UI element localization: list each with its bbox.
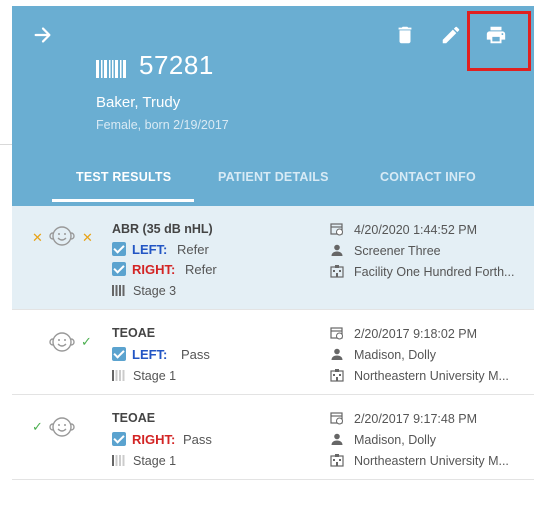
calendar-clock-icon	[330, 327, 343, 340]
test-name: TEOAE	[112, 326, 156, 340]
person-icon	[331, 433, 343, 445]
stage-bars-icon	[112, 370, 125, 381]
datetime-text: 2/20/2017 9:18:02 PM	[354, 327, 478, 341]
patient-header: 57281 Baker, Trudy Female, born 2/19/201…	[12, 6, 534, 206]
ears-face-icon	[49, 417, 75, 437]
patient-info: Female, born 2/19/2017	[96, 118, 229, 132]
refer-x-icon: ✕	[82, 230, 93, 245]
pass-check-icon: ✓	[81, 334, 92, 349]
ear-result-value: Pass	[182, 432, 212, 447]
ear-side-label: LEFT:	[132, 242, 168, 257]
building-icon	[330, 454, 344, 467]
ear-result-value: Refer	[177, 242, 209, 257]
arrow-right-icon[interactable]	[32, 24, 54, 46]
ear-result-value: Pass	[181, 347, 210, 362]
list-item[interactable]: ✓ TEOAE RIGHT: Pass Stage 1 2/20/2017 9:…	[12, 395, 534, 480]
facility-text: Northeastern University M...	[354, 454, 509, 468]
stage-bars-icon	[112, 285, 125, 296]
ear-side-label: RIGHT:	[132, 262, 176, 277]
facility-text: Facility One Hundred Forth...	[354, 265, 515, 279]
ear-result-right: RIGHT: Pass	[112, 432, 212, 448]
stage-bars-icon	[112, 455, 125, 466]
stage-label: Stage 3	[112, 284, 176, 298]
test-results-list: ✕ ✕ ABR (35 dB nHL) LEFT: Refer RIGHT: R…	[12, 206, 534, 480]
print-highlight-box	[467, 11, 531, 71]
barcode-icon	[96, 60, 126, 78]
ear-result-right: RIGHT: Refer	[112, 262, 217, 278]
ear-result-left: LEFT: Refer	[112, 242, 209, 258]
ear-side-label: LEFT:	[132, 347, 168, 362]
patient-id: 57281	[139, 50, 214, 80]
datetime-text: 2/20/2017 9:17:48 PM	[354, 412, 478, 426]
test-name: TEOAE	[112, 411, 156, 425]
test-facility: Northeastern University M...	[330, 453, 530, 468]
checkbox[interactable]	[112, 347, 126, 361]
test-datetime: 2/20/2017 9:18:02 PM	[330, 326, 530, 341]
active-tab-indicator	[52, 199, 194, 202]
checkbox[interactable]	[112, 432, 126, 446]
patient-panel: 57281 Baker, Trudy Female, born 2/19/201…	[12, 6, 534, 518]
divider	[0, 144, 12, 145]
tab-test-results[interactable]: TEST RESULTS	[76, 170, 171, 184]
ear-result-left: LEFT: Pass	[112, 347, 210, 363]
test-facility: Facility One Hundred Forth...	[330, 264, 530, 279]
building-icon	[330, 265, 344, 278]
screener-text: Madison, Dolly	[354, 433, 436, 447]
checkbox[interactable]	[112, 262, 126, 276]
refer-x-icon: ✕	[32, 230, 43, 245]
stage-label: Stage 1	[112, 369, 176, 383]
trash-icon[interactable]	[394, 24, 416, 46]
person-icon	[331, 244, 343, 256]
test-screener: Madison, Dolly	[330, 432, 530, 447]
list-item[interactable]: ✕ ✕ ABR (35 dB nHL) LEFT: Refer RIGHT: R…	[12, 206, 534, 310]
test-datetime: 2/20/2017 9:17:48 PM	[330, 411, 530, 426]
person-icon	[331, 348, 343, 360]
background-strip	[0, 0, 12, 518]
building-icon	[330, 369, 344, 382]
checkbox[interactable]	[112, 242, 126, 256]
tab-patient-details[interactable]: PATIENT DETAILS	[218, 170, 329, 184]
ears-face-icon	[49, 226, 75, 246]
pass-check-icon: ✓	[32, 419, 43, 434]
stage-text: Stage 3	[133, 284, 177, 298]
test-screener: Screener Three	[330, 243, 530, 258]
calendar-clock-icon	[330, 412, 343, 425]
ear-result-value: Refer	[184, 262, 217, 277]
facility-text: Northeastern University M...	[354, 369, 509, 383]
calendar-clock-icon	[330, 223, 343, 236]
test-datetime: 4/20/2020 1:44:52 PM	[330, 222, 530, 237]
patient-name: Baker, Trudy	[96, 94, 181, 111]
pencil-icon[interactable]	[440, 24, 462, 46]
stage-text: Stage 1	[133, 369, 177, 383]
screener-text: Screener Three	[354, 244, 441, 258]
list-item[interactable]: ✓ TEOAE LEFT: Pass Stage 1 2/20/2017 9:1…	[12, 310, 534, 395]
ear-side-label: RIGHT:	[132, 432, 176, 447]
ears-face-icon	[49, 332, 75, 352]
test-name: ABR (35 dB nHL)	[112, 222, 213, 236]
stage-label: Stage 1	[112, 454, 176, 468]
screener-text: Madison, Dolly	[354, 348, 436, 362]
tab-contact-info[interactable]: CONTACT INFO	[380, 170, 476, 184]
stage-text: Stage 1	[133, 454, 177, 468]
test-screener: Madison, Dolly	[330, 347, 530, 362]
test-facility: Northeastern University M...	[330, 368, 530, 383]
datetime-text: 4/20/2020 1:44:52 PM	[354, 223, 478, 237]
